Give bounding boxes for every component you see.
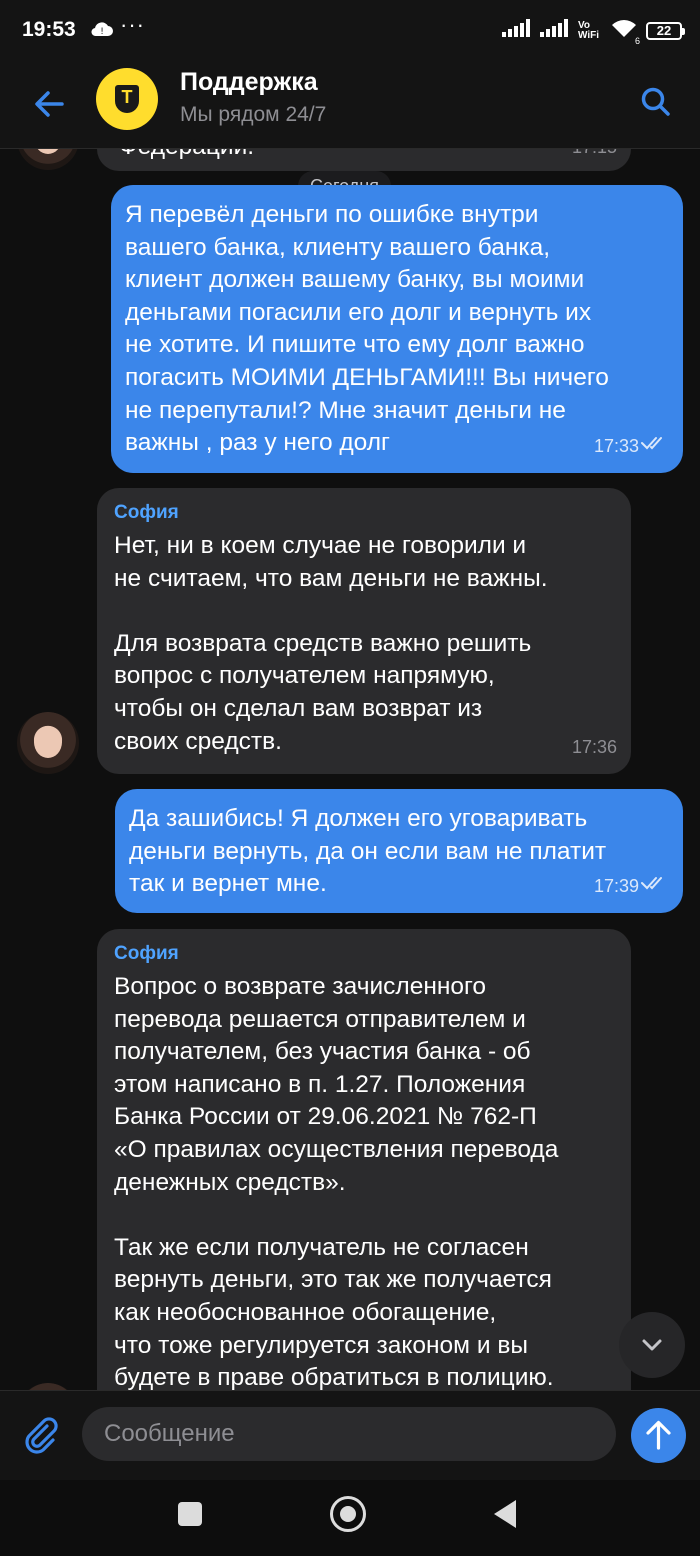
bank-logo-avatar[interactable]: Т bbox=[96, 68, 158, 130]
shield-icon: Т bbox=[115, 85, 139, 113]
message-text: Я перевёл деньги по ошибке внутри вашего… bbox=[125, 201, 609, 457]
recents-button[interactable] bbox=[178, 1502, 202, 1526]
message-text: Вопрос о возврате зачисленного перевода … bbox=[114, 973, 559, 1390]
message-bubble-incoming[interactable]: София Нет, ни в коем случае не говорили … bbox=[97, 488, 631, 774]
status-time: 19:53 bbox=[22, 18, 76, 41]
vowifi-label: Vo WiFi bbox=[578, 19, 600, 41]
arrow-up-icon bbox=[646, 1420, 671, 1450]
chat-title[interactable]: Поддержка bbox=[180, 68, 318, 97]
sender-name[interactable]: София bbox=[114, 943, 631, 965]
read-checkmarks-icon bbox=[641, 876, 667, 895]
sender-avatar[interactable] bbox=[17, 149, 79, 170]
status-bar: 19:53 ! ··· Vo WiFi 6 22 bbox=[0, 0, 700, 62]
sender-name[interactable]: София bbox=[114, 502, 631, 524]
chat-header: Т Поддержка Мы рядом 24/7 bbox=[0, 62, 700, 149]
back-button[interactable] bbox=[494, 1500, 516, 1528]
paperclip-icon[interactable] bbox=[22, 1415, 62, 1455]
sender-avatar[interactable] bbox=[17, 1383, 79, 1390]
svg-text:!: ! bbox=[100, 27, 104, 37]
signal-icon bbox=[502, 19, 532, 42]
read-checkmarks-icon bbox=[641, 436, 667, 455]
home-button[interactable] bbox=[330, 1496, 366, 1532]
sender-avatar[interactable] bbox=[17, 712, 79, 774]
message-input[interactable]: Сообщение bbox=[82, 1407, 616, 1461]
chat-subtitle: Мы рядом 24/7 bbox=[180, 103, 327, 126]
system-nav-bar bbox=[0, 1480, 700, 1556]
chevron-down-icon bbox=[642, 1339, 662, 1351]
message-bubble-outgoing[interactable]: Да зашибись! Я должен его уговаривать де… bbox=[115, 789, 683, 913]
message-time: 17:33 bbox=[593, 436, 639, 456]
message-time: 17:15 bbox=[572, 149, 617, 158]
battery-level: 22 bbox=[656, 22, 672, 38]
message-bubble-incoming[interactable]: София Вопрос о возврате зачисленного пер… bbox=[97, 929, 631, 1390]
message-list[interactable]: Федерации. 17:15 Сегодня Я перевёл деньг… bbox=[0, 149, 700, 1390]
wifi-label: 6 bbox=[634, 36, 640, 46]
logo-letter: Т bbox=[121, 87, 133, 107]
wifi-icon: 6 bbox=[610, 18, 640, 46]
back-arrow-icon[interactable] bbox=[30, 84, 70, 124]
message-time: 17:36 bbox=[571, 737, 617, 757]
cloud-icon: ! bbox=[90, 20, 114, 43]
battery-icon: 22 bbox=[646, 21, 685, 40]
search-icon[interactable] bbox=[636, 82, 676, 122]
message-bubble-incoming[interactable]: Федерации. 17:15 bbox=[97, 149, 631, 171]
message-text: Нет, ни в коем случае не говорили и не с… bbox=[114, 532, 548, 755]
message-text: Федерации. bbox=[119, 149, 254, 164]
composer-bar: Сообщение bbox=[0, 1390, 700, 1481]
message-bubble-outgoing[interactable]: Я перевёл деньги по ошибке внутри вашего… bbox=[111, 185, 683, 473]
message-time: 17:39 bbox=[593, 876, 639, 896]
scroll-to-bottom-button[interactable] bbox=[619, 1312, 685, 1378]
status-dots: ··· bbox=[120, 12, 145, 37]
send-button[interactable] bbox=[631, 1408, 686, 1463]
signal-icon bbox=[540, 19, 570, 42]
